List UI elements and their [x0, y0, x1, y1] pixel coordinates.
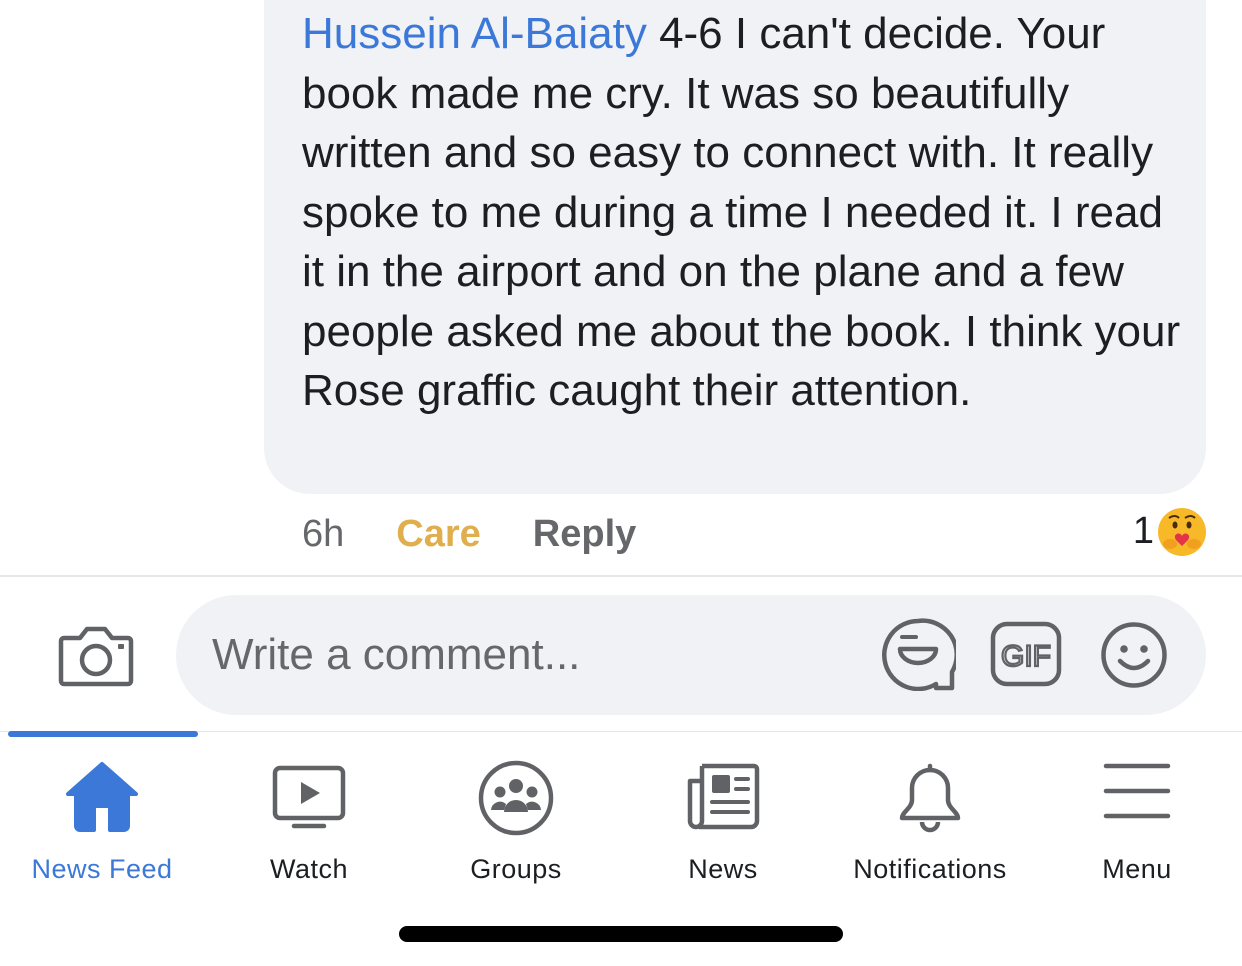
tab-label: News — [688, 854, 758, 884]
tab-label: Watch — [269, 854, 348, 884]
bell-icon — [899, 763, 961, 833]
tab-notifications[interactable]: Notifications — [830, 738, 1030, 898]
camera-icon[interactable] — [58, 622, 134, 688]
tab-menu[interactable]: Menu — [1037, 738, 1237, 898]
tab-label: Menu — [1102, 854, 1172, 884]
tab-groups[interactable]: Groups — [416, 738, 616, 898]
tab-news-feed[interactable]: News Feed — [2, 738, 202, 898]
tab-watch[interactable]: Watch — [209, 738, 409, 898]
comment-author-link[interactable]: Hussein Al-Baiaty — [302, 9, 647, 58]
active-tab-indicator — [8, 731, 198, 737]
comment-input[interactable] — [212, 595, 812, 715]
reply-button[interactable]: Reply — [533, 513, 636, 556]
comment-composer[interactable]: GIF — [176, 595, 1206, 715]
comment-text: 4-6 I can't decide. Your book made me cr… — [302, 9, 1181, 415]
home-icon — [66, 762, 138, 832]
home-indicator[interactable] — [399, 926, 843, 942]
tab-label: Notifications — [853, 854, 1007, 884]
svg-text:GIF: GIF — [1001, 640, 1051, 673]
sticker-icon[interactable] — [880, 617, 956, 691]
tab-label: Groups — [470, 854, 562, 884]
comment-body: Hussein Al-Baiaty 4-6 I can't decide. Yo… — [302, 4, 1192, 421]
emoji-icon[interactable] — [1100, 621, 1168, 689]
comment-timestamp[interactable]: 6h — [302, 513, 344, 556]
divider — [0, 575, 1242, 577]
bottom-tab-bar: News Feed Watch Groups News Notification… — [0, 738, 1242, 898]
news-icon — [687, 763, 760, 830]
menu-icon — [1103, 763, 1171, 819]
care-emoji-icon[interactable] — [1156, 506, 1208, 558]
groups-icon — [478, 760, 554, 836]
comment-actions: 6h Care Reply — [302, 508, 636, 560]
care-reaction-button[interactable]: Care — [396, 513, 481, 556]
tab-label: News Feed — [31, 854, 173, 884]
tab-news[interactable]: News — [623, 738, 823, 898]
watch-icon — [272, 765, 346, 829]
reaction-count[interactable]: 1 — [1133, 510, 1154, 553]
gif-icon[interactable]: GIF — [990, 621, 1062, 687]
